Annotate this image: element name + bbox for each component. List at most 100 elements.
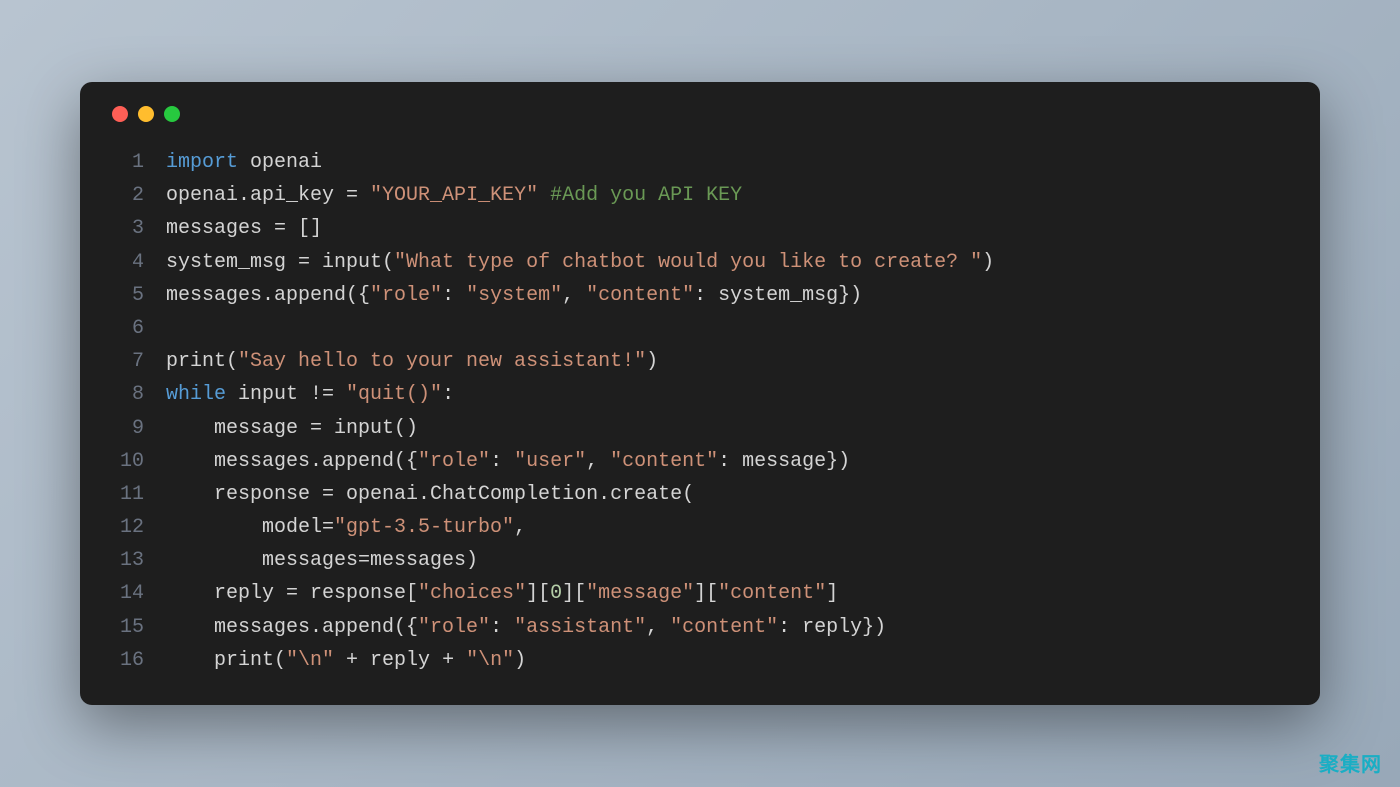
- line-content: reply = response["choices"][0]["message"…: [166, 577, 1292, 610]
- close-icon[interactable]: [112, 106, 128, 122]
- code-token: response = openai.ChatCompletion.create(: [166, 483, 694, 506]
- code-line: 2 openai.api_key = "YOUR_API_KEY" #Add yo…: [108, 179, 1292, 212]
- code-token: "role": [418, 616, 490, 639]
- code-token: messages.append({: [166, 616, 418, 639]
- code-line: 6: [108, 312, 1292, 345]
- line-number: 7: [108, 345, 144, 378]
- code-token: "assistant": [514, 616, 646, 639]
- line-number: 12: [108, 511, 144, 544]
- code-token: "role": [370, 284, 442, 307]
- code-token: ,: [562, 284, 586, 307]
- line-content: print("\n" + reply + "\n"): [166, 644, 1292, 677]
- line-content: response = openai.ChatCompletion.create(: [166, 478, 1292, 511]
- code-token: 0: [550, 582, 562, 605]
- line-content: import openai: [166, 146, 1292, 179]
- code-token: "gpt-3.5-turbo": [334, 516, 514, 539]
- code-line: 4 system_msg = input("What type of chatbo…: [108, 246, 1292, 279]
- line-number: 3: [108, 212, 144, 245]
- minimize-icon[interactable]: [138, 106, 154, 122]
- code-token: "message": [586, 582, 694, 605]
- code-line: 1 import openai: [108, 146, 1292, 179]
- code-line: 10 messages.append({"role": "user", "con…: [108, 445, 1292, 478]
- line-number: 13: [108, 544, 144, 577]
- code-token: "Say hello to your new assistant!": [238, 350, 646, 373]
- code-token: openai: [238, 151, 322, 174]
- code-line: 13 messages=messages): [108, 544, 1292, 577]
- code-token: import: [166, 151, 238, 174]
- code-token: messages=messages): [166, 549, 478, 572]
- code-token: "content": [670, 616, 778, 639]
- code-token: "content": [586, 284, 694, 307]
- code-token: openai.api_key =: [166, 184, 370, 207]
- code-token: "quit()": [346, 383, 442, 406]
- code-line: 16 print("\n" + reply + "\n"): [108, 644, 1292, 677]
- line-content: print("Say hello to your new assistant!"…: [166, 345, 1292, 378]
- code-line: 3 messages = []: [108, 212, 1292, 245]
- code-token: : system_msg}): [694, 284, 862, 307]
- watermark-text: 聚集网: [1319, 748, 1382, 777]
- line-number: 5: [108, 279, 144, 312]
- line-number: 10: [108, 445, 144, 478]
- code-editor-window: 1 import openai 2 openai.api_key = "YOUR_AP…: [80, 82, 1320, 705]
- code-token: "role": [418, 450, 490, 473]
- code-token: #Add you API KEY: [550, 184, 742, 207]
- line-content: message = input(): [166, 412, 1292, 445]
- code-token: messages.append({: [166, 284, 370, 307]
- line-number: 8: [108, 378, 144, 411]
- line-number: 16: [108, 644, 144, 677]
- code-token: "choices": [418, 582, 526, 605]
- line-number: 11: [108, 478, 144, 511]
- code-token: :: [490, 616, 514, 639]
- code-token: "content": [718, 582, 826, 605]
- code-token: + reply +: [334, 649, 466, 672]
- code-token: :: [442, 383, 454, 406]
- code-token: ,: [646, 616, 670, 639]
- line-number: 2: [108, 179, 144, 212]
- code-token: ): [982, 251, 994, 274]
- code-token: ][: [694, 582, 718, 605]
- code-token: "\n": [466, 649, 514, 672]
- code-line: 5 messages.append({"role": "system", "con…: [108, 279, 1292, 312]
- code-token: message = input(): [166, 417, 418, 440]
- code-token: "What type of chatbot would you like to …: [394, 251, 982, 274]
- code-line: 8 while input != "quit()":: [108, 378, 1292, 411]
- code-token: input !=: [226, 383, 346, 406]
- code-token: "YOUR_API_KEY": [370, 184, 538, 207]
- code-token: ][: [562, 582, 586, 605]
- line-number: 15: [108, 611, 144, 644]
- code-token: ): [646, 350, 658, 373]
- maximize-icon[interactable]: [164, 106, 180, 122]
- code-token: print(: [166, 350, 238, 373]
- code-token: ,: [586, 450, 610, 473]
- code-token: "system": [466, 284, 562, 307]
- code-token: :: [442, 284, 466, 307]
- line-number: 9: [108, 412, 144, 445]
- code-line: 15 messages.append({"role": "assistant",…: [108, 611, 1292, 644]
- code-token: reply = response[: [166, 582, 418, 605]
- code-content[interactable]: 1 import openai 2 openai.api_key = "YOUR_AP…: [108, 146, 1292, 677]
- code-token: ]: [826, 582, 838, 605]
- code-token: "content": [610, 450, 718, 473]
- line-content: messages.append({"role": "user", "conten…: [166, 445, 1292, 478]
- code-line: 14 reply = response["choices"][0]["messa…: [108, 577, 1292, 610]
- line-content: messages.append({"role": "assistant", "c…: [166, 611, 1292, 644]
- code-token: model=: [166, 516, 334, 539]
- code-token: ): [514, 649, 526, 672]
- code-token: print(: [166, 649, 286, 672]
- code-token: ][: [526, 582, 550, 605]
- code-token: : reply}): [778, 616, 886, 639]
- line-number: 6: [108, 312, 144, 345]
- line-content: model="gpt-3.5-turbo",: [166, 511, 1292, 544]
- code-token: ,: [514, 516, 526, 539]
- code-token: system_msg = input(: [166, 251, 394, 274]
- code-token: "\n": [286, 649, 334, 672]
- code-line: 12 model="gpt-3.5-turbo",: [108, 511, 1292, 544]
- line-content: messages.append({"role": "system", "cont…: [166, 279, 1292, 312]
- line-number: 4: [108, 246, 144, 279]
- code-token: messages = []: [166, 217, 322, 240]
- line-content: messages=messages): [166, 544, 1292, 577]
- code-token: : message}): [718, 450, 850, 473]
- line-number: 1: [108, 146, 144, 179]
- code-token: [538, 184, 550, 207]
- code-token: while: [166, 383, 226, 406]
